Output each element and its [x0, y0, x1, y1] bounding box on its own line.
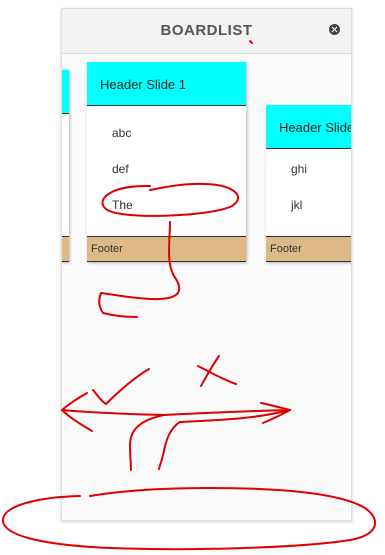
- slide-footer-label: Footer: [91, 243, 123, 255]
- slide-card-2[interactable]: Header Slide ghi jkl Footer: [266, 105, 352, 262]
- slide-header: [62, 70, 69, 114]
- list-item[interactable]: The: [112, 198, 133, 212]
- slide-header-label: Header Slide: [279, 120, 352, 135]
- list-item[interactable]: abc: [112, 126, 131, 140]
- panel-title: BOARDLIST: [160, 22, 253, 39]
- slide-footer: [62, 236, 69, 262]
- slide-footer: Footer: [266, 236, 351, 262]
- slide-footer-label: Footer: [270, 243, 302, 255]
- slide-header: Header Slide: [266, 105, 352, 149]
- boardlist-panel: BOARDLIST Header Slide 1 abc def The Foo…: [61, 8, 352, 521]
- page: BOARDLIST Header Slide 1 abc def The Foo…: [0, 0, 385, 555]
- close-icon[interactable]: [329, 24, 340, 35]
- slide-header: Header Slide 1: [87, 62, 246, 106]
- slide-card-previous[interactable]: [62, 70, 69, 262]
- slide-card-1[interactable]: Header Slide 1 abc def The Footer: [87, 62, 246, 262]
- panel-header: BOARDLIST: [62, 9, 351, 54]
- slide-footer: Footer: [87, 236, 246, 262]
- list-item[interactable]: ghi: [291, 162, 307, 176]
- slides-carousel[interactable]: Header Slide 1 abc def The Footer Header…: [62, 54, 351, 520]
- list-item[interactable]: jkl: [291, 198, 302, 212]
- list-item[interactable]: def: [112, 162, 129, 176]
- slide-header-label: Header Slide 1: [100, 77, 186, 92]
